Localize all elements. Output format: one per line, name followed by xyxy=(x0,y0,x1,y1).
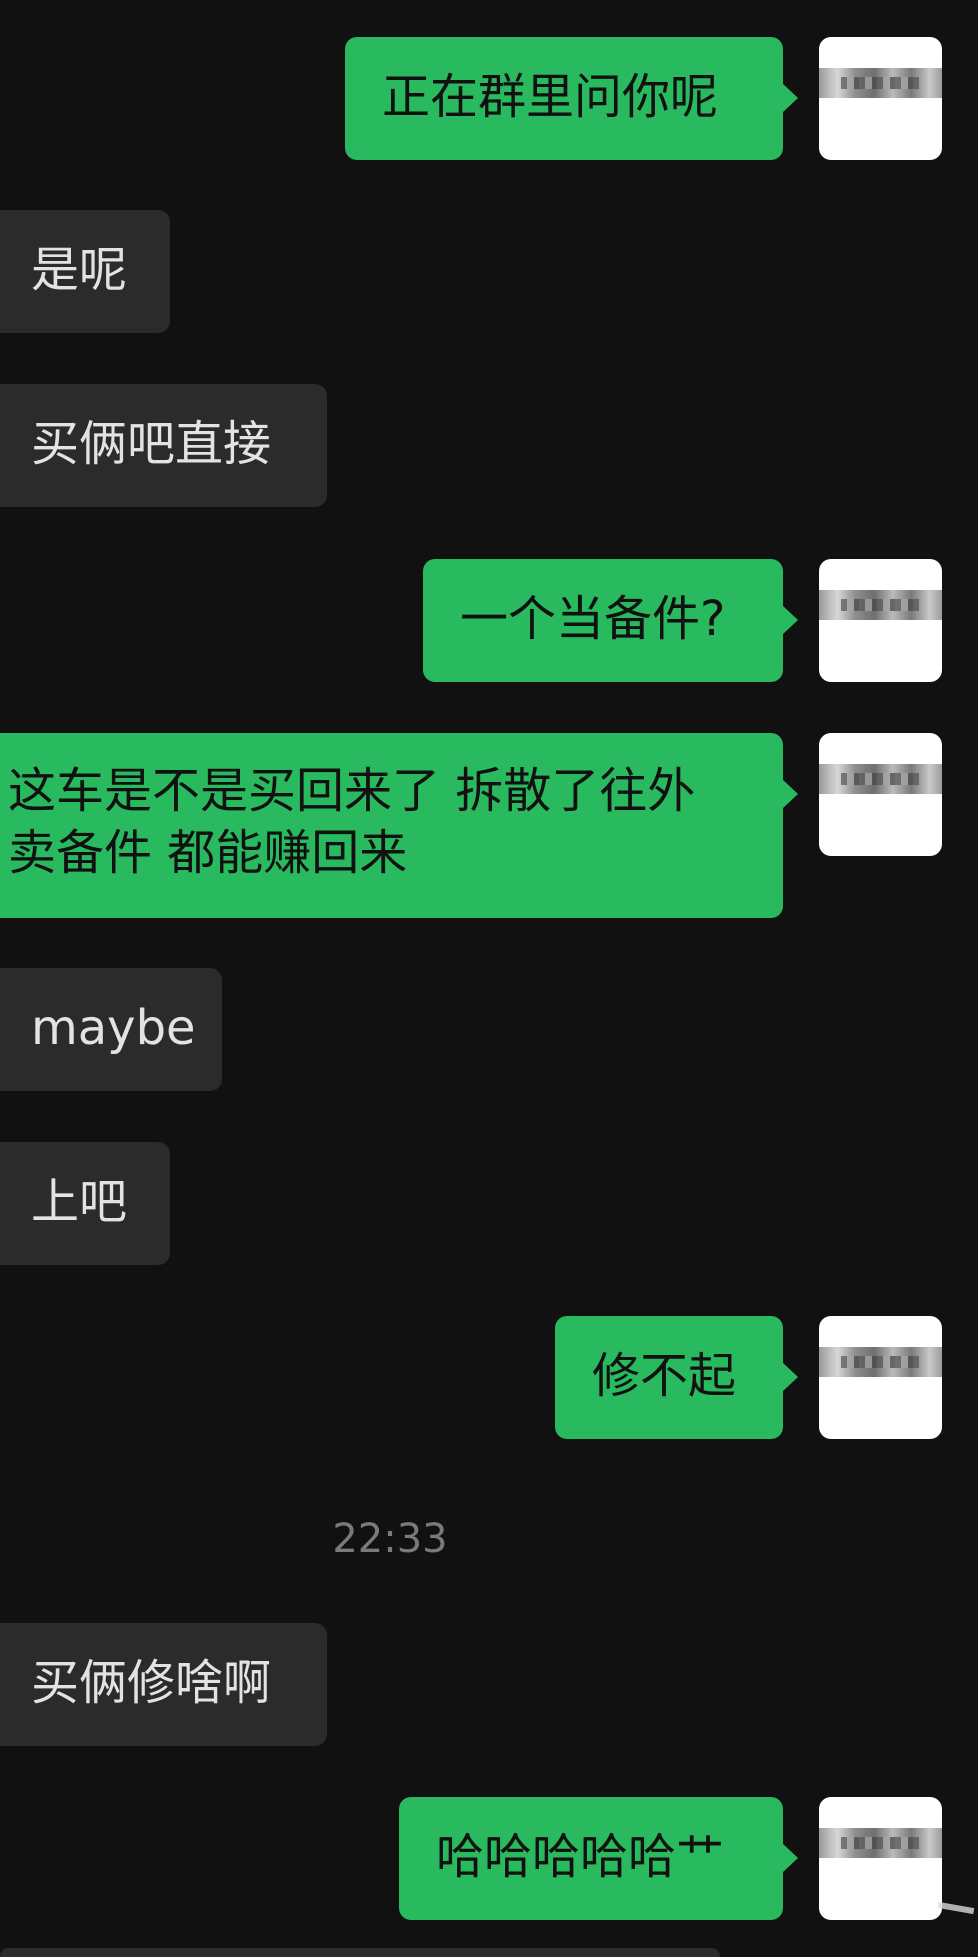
message-text: 正在群里问你呢 xyxy=(382,69,719,125)
user-avatar-icon[interactable] xyxy=(819,559,942,682)
message-text: 哈哈哈哈哈艹 xyxy=(436,1829,725,1885)
next-message-bubble-edge xyxy=(0,1948,720,1957)
message-text-line: 卖备件 都能赚回来 xyxy=(8,825,408,881)
message-bubble-received[interactable]: 上吧 xyxy=(0,1142,170,1265)
message-bubble-sent[interactable]: 正在群里问你呢 xyxy=(345,37,798,160)
message-bubble-sent[interactable]: 哈哈哈哈哈艹 xyxy=(399,1797,798,1920)
message-text: 买俩修啥啊 xyxy=(31,1655,272,1711)
message-bubble-received[interactable]: 买俩吧直接 xyxy=(0,384,327,507)
message-text: 修不起 xyxy=(592,1348,737,1404)
watermark-mark xyxy=(937,1901,975,1915)
message-bubble-received[interactable]: 是呢 xyxy=(0,210,170,333)
message-text: 一个当备件? xyxy=(460,591,726,647)
message-text: maybe xyxy=(31,1000,196,1056)
message-text: 上吧 xyxy=(31,1174,128,1230)
message-bubble-sent[interactable]: 这车是不是买回来了 拆散了往外 卖备件 都能赚回来 xyxy=(0,733,798,918)
message-text: 买俩吧直接 xyxy=(31,416,272,472)
message-bubble-received[interactable]: 买俩修啥啊 xyxy=(0,1623,327,1746)
message-bubble-sent[interactable]: 一个当备件? xyxy=(423,559,798,682)
message-text-line: 这车是不是买回来了 拆散了往外 xyxy=(8,763,696,819)
user-avatar-icon[interactable] xyxy=(819,1316,942,1439)
message-bubble-sent[interactable]: 修不起 xyxy=(555,1316,798,1439)
user-avatar-icon[interactable] xyxy=(819,1797,942,1920)
user-avatar-icon[interactable] xyxy=(819,37,942,160)
user-avatar-icon[interactable] xyxy=(819,733,942,856)
message-text: 是呢 xyxy=(31,242,128,298)
timestamp: 22:33 xyxy=(332,1516,448,1562)
message-bubble-received[interactable]: maybe xyxy=(0,968,222,1091)
